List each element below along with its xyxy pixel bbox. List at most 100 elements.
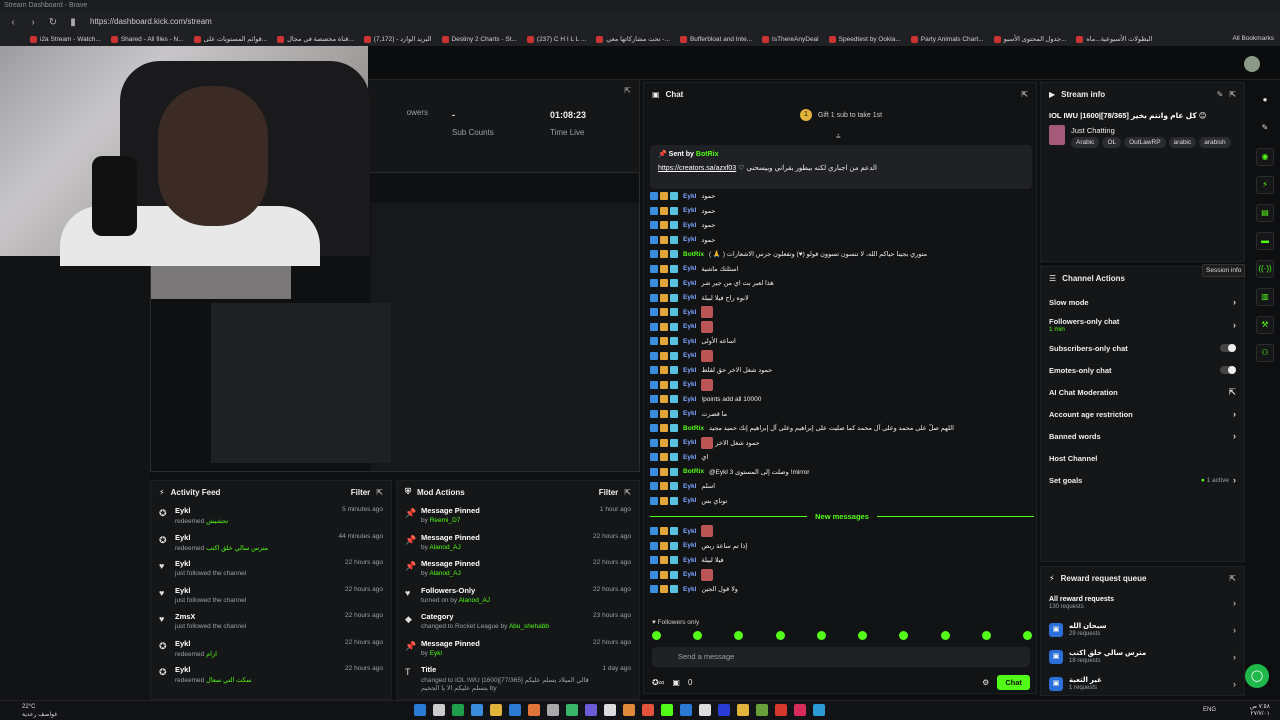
edge-icon[interactable] xyxy=(509,704,521,716)
reward-row[interactable]: All reward requests 130 requests › xyxy=(1041,589,1244,616)
emote-icon[interactable] xyxy=(693,631,703,640)
chat-username[interactable]: Eykl xyxy=(683,528,696,535)
mod-action-row[interactable]: 📌 Message Pinned by Reemi_D7 1 hour ago xyxy=(397,503,639,530)
chat-username[interactable]: Eykl xyxy=(683,571,696,578)
channel-action-row[interactable]: Subscribers-only chat xyxy=(1041,337,1244,359)
mod-action-row[interactable]: 📌 Message Pinned by Eykl 22 hours ago xyxy=(397,636,639,663)
mod-action-user[interactable]: Abu_shehabb xyxy=(509,623,549,630)
chat-message[interactable]: Eykl حمود xyxy=(650,204,1034,219)
pencil-icon[interactable]: ✎ xyxy=(1256,120,1274,138)
firefox-icon[interactable] xyxy=(528,704,540,716)
popout-icon[interactable]: ⇱ xyxy=(1021,90,1028,99)
emote-icon[interactable] xyxy=(775,631,785,640)
chat-username[interactable]: Eykl xyxy=(683,280,696,287)
emote-icon[interactable] xyxy=(734,631,744,640)
users-icon[interactable]: ⚇ xyxy=(1256,344,1274,362)
popout-icon[interactable]: ⇱ xyxy=(1229,574,1236,583)
chat-message[interactable]: BotRix @Eykl 3 وصلت إلى المستوى !mirror xyxy=(650,465,1034,480)
chat-message[interactable]: Eykl حمود شغل الاخر حق لقلط xyxy=(650,363,1034,378)
mod-action-row[interactable]: 📌 Message Pinned by Alanod_AJ 22 hours ago xyxy=(397,530,639,557)
activity-user[interactable]: ZmsX xyxy=(175,612,339,621)
chat-input[interactable]: Send a message xyxy=(652,647,1030,667)
chat-username[interactable]: Eykl xyxy=(683,323,696,330)
activity-user[interactable]: Eykl xyxy=(175,533,333,542)
kick-icon[interactable] xyxy=(661,704,673,716)
chat-message[interactable]: Eykl اسئلتك ماشية xyxy=(650,262,1034,277)
chevron-right-icon[interactable]: › xyxy=(1233,652,1236,662)
avatar[interactable] xyxy=(1244,56,1260,72)
app-icon[interactable] xyxy=(756,704,768,716)
app-icon[interactable] xyxy=(737,704,749,716)
mod-action-user[interactable]: Alanod_AJ xyxy=(429,544,460,551)
bookmark-item[interactable]: Destiny 2 Charts - St... xyxy=(441,35,517,43)
app-icon[interactable] xyxy=(547,704,559,716)
bookmark-item[interactable]: Party Animals Chart... xyxy=(910,35,984,43)
reward-row[interactable]: ▣ غير التعبة 1 requests › xyxy=(1041,670,1244,697)
chat-message[interactable]: Eykl xyxy=(650,568,1034,583)
chat-message[interactable]: Eykl حمود xyxy=(650,233,1034,248)
bookmark-item[interactable]: IsThereAnyDeal xyxy=(762,35,819,43)
chat-username[interactable]: Eykl xyxy=(683,454,696,461)
search-icon[interactable] xyxy=(433,704,445,716)
chat-username[interactable]: Eykl xyxy=(683,396,696,403)
help-chat-icon[interactable]: ◯ xyxy=(1245,664,1269,688)
chat-message[interactable]: Eykl حمود شغل الاخر xyxy=(650,436,1034,451)
channel-action-row[interactable]: Emotes-only chat xyxy=(1041,359,1244,381)
windows-start-icon[interactable] xyxy=(414,704,426,716)
activity-user[interactable]: Eykl xyxy=(175,586,339,595)
bookmark-item[interactable]: i2a Stream - Watch... xyxy=(30,35,101,43)
popout-icon[interactable]: ⇱ xyxy=(624,488,631,497)
bookmark-item[interactable]: قوائم المستويات على... xyxy=(193,35,267,43)
chat-username[interactable]: Eykl xyxy=(683,338,696,345)
chat-username[interactable]: Eykl xyxy=(683,542,696,549)
app-icon[interactable] xyxy=(794,704,806,716)
stream-category[interactable]: Just Chatting xyxy=(1071,126,1115,135)
session-info-icon[interactable]: ((·)) xyxy=(1256,260,1274,278)
tag-chip[interactable]: arabic xyxy=(1168,137,1197,148)
emote-icon[interactable] xyxy=(899,631,909,640)
mod-action-user[interactable]: Alanod_AJ xyxy=(429,570,460,577)
activity-filter-button[interactable]: Filter xyxy=(351,488,371,497)
all-bookmarks-link[interactable]: All Bookmarks xyxy=(1232,35,1274,42)
chat-message[interactable]: Eykl حمود xyxy=(650,218,1034,233)
chat-username[interactable]: Eykl xyxy=(683,381,696,388)
new-messages-divider[interactable]: New messages xyxy=(650,508,1034,524)
channel-action-row[interactable]: Host Channel xyxy=(1041,447,1244,469)
chat-message[interactable]: Eykl لانوه راح فيلا لبيلة xyxy=(650,291,1034,306)
chat-message[interactable]: BotRix اللهم صلّ على محمد وعلى آل محمد كم… xyxy=(650,421,1034,436)
activity-row[interactable]: ✪ Eykl redeemed ازام 22 hours ago xyxy=(151,636,391,663)
tag-chip[interactable]: OL xyxy=(1102,137,1122,148)
chat-message[interactable]: Eykl حمود xyxy=(650,189,1034,204)
expand-icon[interactable]: ⇱ xyxy=(624,86,631,95)
activity-row[interactable]: ♥ Eykl just followed the channel 22 hours … xyxy=(151,556,391,583)
channel-action-row[interactable]: Banned words › xyxy=(1041,425,1244,447)
chat-message[interactable]: Eykl xyxy=(650,524,1034,539)
chevron-right-icon[interactable]: › xyxy=(1233,297,1236,307)
collapse-icon[interactable]: ⩮ xyxy=(836,132,841,142)
emote-icon[interactable] xyxy=(940,631,950,640)
pinned-link[interactable]: https://creators.sa/azxf03 xyxy=(658,165,736,172)
chevron-right-icon[interactable]: › xyxy=(1233,320,1236,330)
external-link-icon[interactable]: ⇱ xyxy=(1228,387,1236,398)
mod-action-user[interactable]: Eykl xyxy=(430,650,442,657)
emote-icon[interactable] xyxy=(652,631,661,640)
app-icon[interactable] xyxy=(699,704,711,716)
app-icon[interactable] xyxy=(623,704,635,716)
edit-icon[interactable]: ✎ xyxy=(1217,90,1224,99)
gift-icon[interactable]: ▣ xyxy=(672,678,680,687)
brave-icon[interactable] xyxy=(642,704,654,716)
mod-action-user[interactable]: Alanod_AJ xyxy=(459,597,490,604)
chat-username[interactable]: Eykl xyxy=(683,557,696,564)
activity-row[interactable]: ✪ Eykl redeemed سكت التي سعال 22 hours ago xyxy=(151,662,391,689)
tag-chip[interactable]: Arabic xyxy=(1071,137,1100,148)
back-icon[interactable]: ‹ xyxy=(6,15,20,29)
app-icon[interactable] xyxy=(813,704,825,716)
activity-row[interactable]: ♥ ZmsX just followed the channel 22 hours … xyxy=(151,609,391,636)
document-icon[interactable]: ▤ xyxy=(1256,204,1274,222)
activity-row[interactable]: ✪ Eykl redeemed مترس سالي خلق اكتب 44 minut… xyxy=(151,530,391,557)
chevron-right-icon[interactable]: › xyxy=(1233,625,1236,635)
gift-banner[interactable]: 1 Gift 1 sub to take 1st xyxy=(644,109,1038,121)
chat-username[interactable]: Eykl xyxy=(683,367,696,374)
chat-message[interactable]: Eykl xyxy=(650,320,1034,335)
app-icon[interactable] xyxy=(718,704,730,716)
